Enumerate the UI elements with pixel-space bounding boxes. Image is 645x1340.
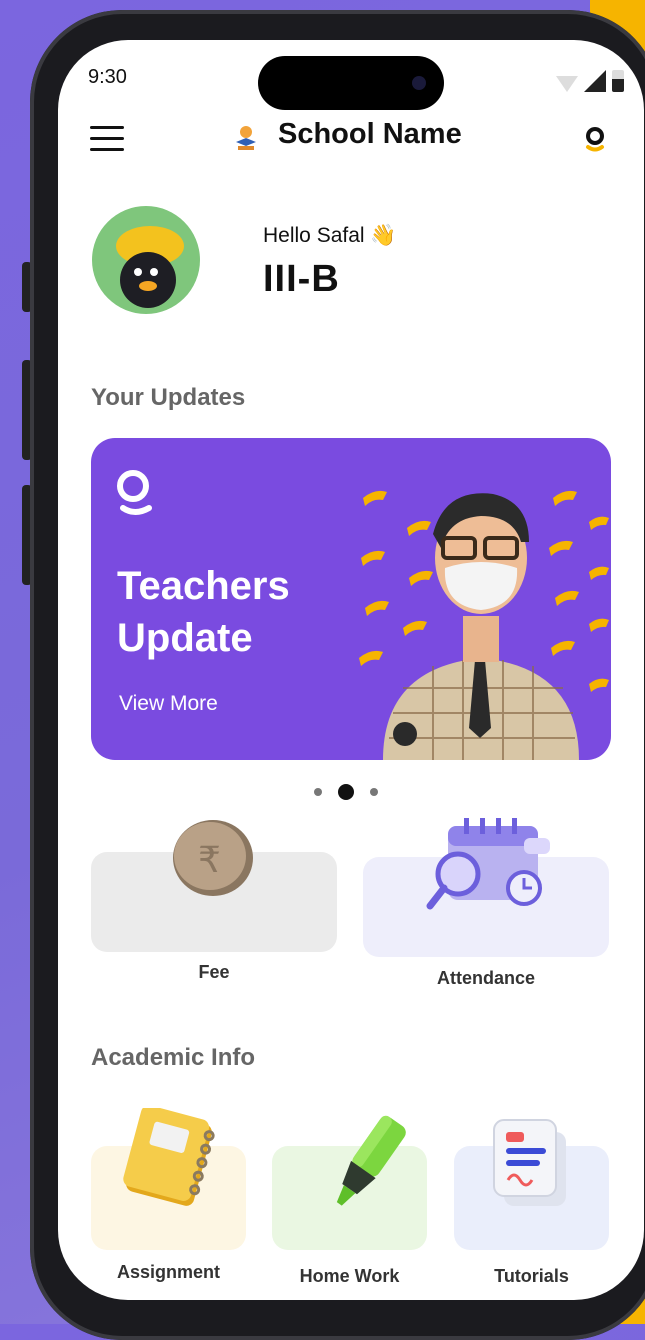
teacher-illustration-icon xyxy=(359,490,609,760)
tutorials-label: Tutorials xyxy=(494,1266,569,1286)
carousel-indicator xyxy=(314,784,378,800)
avatar[interactable] xyxy=(92,206,200,314)
class-label: III-B xyxy=(263,258,340,300)
banner-title: Teachers Update xyxy=(117,560,290,664)
camera-icon xyxy=(412,76,426,90)
menu-icon[interactable] xyxy=(90,126,124,152)
greeting-text: Hello Safal 👋 xyxy=(263,224,397,247)
school-logo-icon xyxy=(236,126,256,150)
status-icons xyxy=(556,70,624,92)
brand-logo-icon[interactable] xyxy=(584,126,606,152)
fee-label: Fee xyxy=(198,962,230,982)
calendar-search-icon xyxy=(426,818,550,910)
notebook-icon xyxy=(123,1108,215,1206)
teachers-update-banner[interactable]: Teachers Update View More xyxy=(91,438,611,760)
view-more-link[interactable]: View More xyxy=(119,692,218,716)
signal-icon xyxy=(584,70,606,92)
app-screen: 9:30 School Name Hello Safal 👋 III-B You… xyxy=(58,40,644,1300)
dynamic-island xyxy=(258,56,444,110)
coin-rupee-icon: ₹ xyxy=(173,820,253,896)
attendance-label: Attendance xyxy=(436,968,535,988)
banner-title-line: Update xyxy=(117,616,253,660)
highlighter-icon xyxy=(336,1115,406,1206)
assignment-label: Assignment xyxy=(116,1262,221,1282)
app-title: School Name xyxy=(278,118,462,150)
avatar-character-icon xyxy=(116,226,184,308)
svg-text:₹: ₹ xyxy=(198,840,221,881)
battery-icon xyxy=(612,70,624,92)
carousel-dot[interactable] xyxy=(370,788,378,796)
section-title-academic: Academic Info xyxy=(91,1044,256,1071)
carousel-dot-active[interactable] xyxy=(338,784,354,800)
brand-logo-icon xyxy=(117,470,152,515)
carousel-dot[interactable] xyxy=(314,788,322,796)
wifi-icon xyxy=(556,76,578,92)
status-time: 9:30 xyxy=(88,66,127,88)
homework-label: Home Work xyxy=(299,1266,400,1286)
section-title-updates: Your Updates xyxy=(91,384,246,411)
banner-title-line: Teachers xyxy=(117,564,290,608)
documents-icon xyxy=(493,1119,566,1206)
